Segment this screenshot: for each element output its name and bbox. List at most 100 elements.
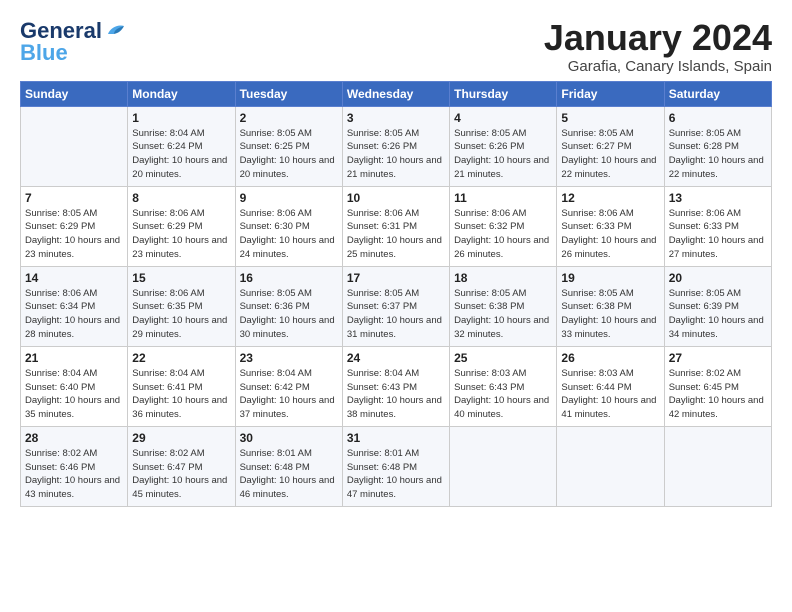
day-number: 26 [561,351,659,365]
cell-info: Sunrise: 8:05 AMSunset: 6:38 PMDaylight:… [454,288,549,340]
cell-w3-d4: 25 Sunrise: 8:03 AMSunset: 6:43 PMDayligh… [450,346,557,426]
col-tuesday: Tuesday [235,81,342,106]
day-number: 25 [454,351,552,365]
cell-info: Sunrise: 8:05 AMSunset: 6:38 PMDaylight:… [561,288,656,340]
cell-w1-d1: 8 Sunrise: 8:06 AMSunset: 6:29 PMDaylight… [128,186,235,266]
day-number: 17 [347,271,445,285]
cell-w1-d2: 9 Sunrise: 8:06 AMSunset: 6:30 PMDaylight… [235,186,342,266]
day-number: 8 [132,191,230,205]
cell-w0-d0 [21,106,128,186]
cell-info: Sunrise: 8:05 AMSunset: 6:25 PMDaylight:… [240,128,335,180]
day-number: 24 [347,351,445,365]
header-row: Sunday Monday Tuesday Wednesday Thursday… [21,81,772,106]
col-wednesday: Wednesday [342,81,449,106]
cell-info: Sunrise: 8:05 AMSunset: 6:26 PMDaylight:… [347,128,442,180]
cell-info: Sunrise: 8:06 AMSunset: 6:34 PMDaylight:… [25,288,120,340]
cell-info: Sunrise: 8:04 AMSunset: 6:40 PMDaylight:… [25,368,120,420]
day-number: 23 [240,351,338,365]
cell-info: Sunrise: 8:05 AMSunset: 6:29 PMDaylight:… [25,208,120,260]
cell-info: Sunrise: 8:02 AMSunset: 6:45 PMDaylight:… [669,368,764,420]
cell-info: Sunrise: 8:02 AMSunset: 6:46 PMDaylight:… [25,448,120,500]
col-friday: Friday [557,81,664,106]
cell-w2-d3: 17 Sunrise: 8:05 AMSunset: 6:37 PMDayligh… [342,266,449,346]
day-number: 16 [240,271,338,285]
day-number: 11 [454,191,552,205]
logo-bird-icon [104,20,126,42]
cell-info: Sunrise: 8:06 AMSunset: 6:35 PMDaylight:… [132,288,227,340]
cell-w1-d0: 7 Sunrise: 8:05 AMSunset: 6:29 PMDaylight… [21,186,128,266]
day-number: 3 [347,111,445,125]
day-number: 20 [669,271,767,285]
col-saturday: Saturday [664,81,771,106]
day-number: 14 [25,271,123,285]
day-number: 6 [669,111,767,125]
day-number: 12 [561,191,659,205]
cell-w0-d1: 1Sunrise: 8:04 AMSunset: 6:24 PMDaylight… [128,106,235,186]
title-block: January 2024 Garafia, Canary Islands, Sp… [544,18,772,75]
day-number: 27 [669,351,767,365]
cell-w1-d3: 10Sunrise: 8:06 AMSunset: 6:31 PMDayligh… [342,186,449,266]
day-number: 2 [240,111,338,125]
cell-info: Sunrise: 8:05 AMSunset: 6:26 PMDaylight:… [454,128,549,180]
cell-info: Sunrise: 8:05 AMSunset: 6:37 PMDaylight:… [347,288,442,340]
cell-w3-d1: 22 Sunrise: 8:04 AMSunset: 6:41 PMDayligh… [128,346,235,426]
day-number: 19 [561,271,659,285]
cell-w3-d5: 26 Sunrise: 8:03 AMSunset: 6:44 PMDayligh… [557,346,664,426]
day-number: 29 [132,431,230,445]
cell-info: Sunrise: 8:04 AMSunset: 6:41 PMDaylight:… [132,368,227,420]
cell-info: Sunrise: 8:06 AMSunset: 6:33 PMDaylight:… [669,208,764,260]
cell-w3-d6: 27 Sunrise: 8:02 AMSunset: 6:45 PMDayligh… [664,346,771,426]
cell-info: Sunrise: 8:06 AMSunset: 6:29 PMDaylight:… [132,208,227,260]
cell-w3-d2: 23 Sunrise: 8:04 AMSunset: 6:42 PMDayligh… [235,346,342,426]
cell-w4-d2: 30 Sunrise: 8:01 AMSunset: 6:48 PMDayligh… [235,426,342,506]
cell-w3-d3: 24 Sunrise: 8:04 AMSunset: 6:43 PMDayligh… [342,346,449,426]
cell-info: Sunrise: 8:06 AMSunset: 6:31 PMDaylight:… [347,208,442,260]
cell-info: Sunrise: 8:01 AMSunset: 6:48 PMDaylight:… [240,448,335,500]
cell-info: Sunrise: 8:04 AMSunset: 6:42 PMDaylight:… [240,368,335,420]
col-monday: Monday [128,81,235,106]
cell-w4-d3: 31Sunrise: 8:01 AMSunset: 6:48 PMDayligh… [342,426,449,506]
cell-w4-d1: 29 Sunrise: 8:02 AMSunset: 6:47 PMDayligh… [128,426,235,506]
cell-info: Sunrise: 8:05 AMSunset: 6:36 PMDaylight:… [240,288,335,340]
cell-info: Sunrise: 8:06 AMSunset: 6:30 PMDaylight:… [240,208,335,260]
cell-info: Sunrise: 8:05 AMSunset: 6:39 PMDaylight:… [669,288,764,340]
cell-w0-d4: 4 Sunrise: 8:05 AMSunset: 6:26 PMDaylight… [450,106,557,186]
location: Garafia, Canary Islands, Spain [544,58,772,75]
cell-w3-d0: 21 Sunrise: 8:04 AMSunset: 6:40 PMDayligh… [21,346,128,426]
day-number: 28 [25,431,123,445]
day-number: 22 [132,351,230,365]
cell-w0-d5: 5 Sunrise: 8:05 AMSunset: 6:27 PMDaylight… [557,106,664,186]
cell-w1-d4: 11 Sunrise: 8:06 AMSunset: 6:32 PMDayligh… [450,186,557,266]
week-row-3: 21 Sunrise: 8:04 AMSunset: 6:40 PMDayligh… [21,346,772,426]
day-number: 7 [25,191,123,205]
cell-w4-d5 [557,426,664,506]
day-number: 18 [454,271,552,285]
cell-info: Sunrise: 8:03 AMSunset: 6:44 PMDaylight:… [561,368,656,420]
page: General Blue January 2024 Garafia, Canar… [0,0,792,517]
week-row-0: 1Sunrise: 8:04 AMSunset: 6:24 PMDaylight… [21,106,772,186]
cell-info: Sunrise: 8:06 AMSunset: 6:32 PMDaylight:… [454,208,549,260]
day-number: 30 [240,431,338,445]
cell-info: Sunrise: 8:03 AMSunset: 6:43 PMDaylight:… [454,368,549,420]
day-number: 9 [240,191,338,205]
day-number: 4 [454,111,552,125]
header: General Blue January 2024 Garafia, Canar… [20,18,772,75]
week-row-2: 14 Sunrise: 8:06 AMSunset: 6:34 PMDayligh… [21,266,772,346]
cell-w4-d4 [450,426,557,506]
day-number: 1 [132,111,230,125]
day-number: 13 [669,191,767,205]
day-number: 5 [561,111,659,125]
cell-w1-d6: 13 Sunrise: 8:06 AMSunset: 6:33 PMDayligh… [664,186,771,266]
day-number: 21 [25,351,123,365]
logo-blue: Blue [20,40,68,66]
cell-w2-d5: 19 Sunrise: 8:05 AMSunset: 6:38 PMDayligh… [557,266,664,346]
cell-info: Sunrise: 8:04 AMSunset: 6:43 PMDaylight:… [347,368,442,420]
cell-w2-d1: 15Sunrise: 8:06 AMSunset: 6:35 PMDayligh… [128,266,235,346]
cell-info: Sunrise: 8:02 AMSunset: 6:47 PMDaylight:… [132,448,227,500]
cell-w0-d6: 6 Sunrise: 8:05 AMSunset: 6:28 PMDaylight… [664,106,771,186]
cell-w1-d5: 12Sunrise: 8:06 AMSunset: 6:33 PMDayligh… [557,186,664,266]
calendar-table: Sunday Monday Tuesday Wednesday Thursday… [20,81,772,507]
cell-info: Sunrise: 8:05 AMSunset: 6:28 PMDaylight:… [669,128,764,180]
week-row-1: 7 Sunrise: 8:05 AMSunset: 6:29 PMDaylight… [21,186,772,266]
cell-info: Sunrise: 8:05 AMSunset: 6:27 PMDaylight:… [561,128,656,180]
